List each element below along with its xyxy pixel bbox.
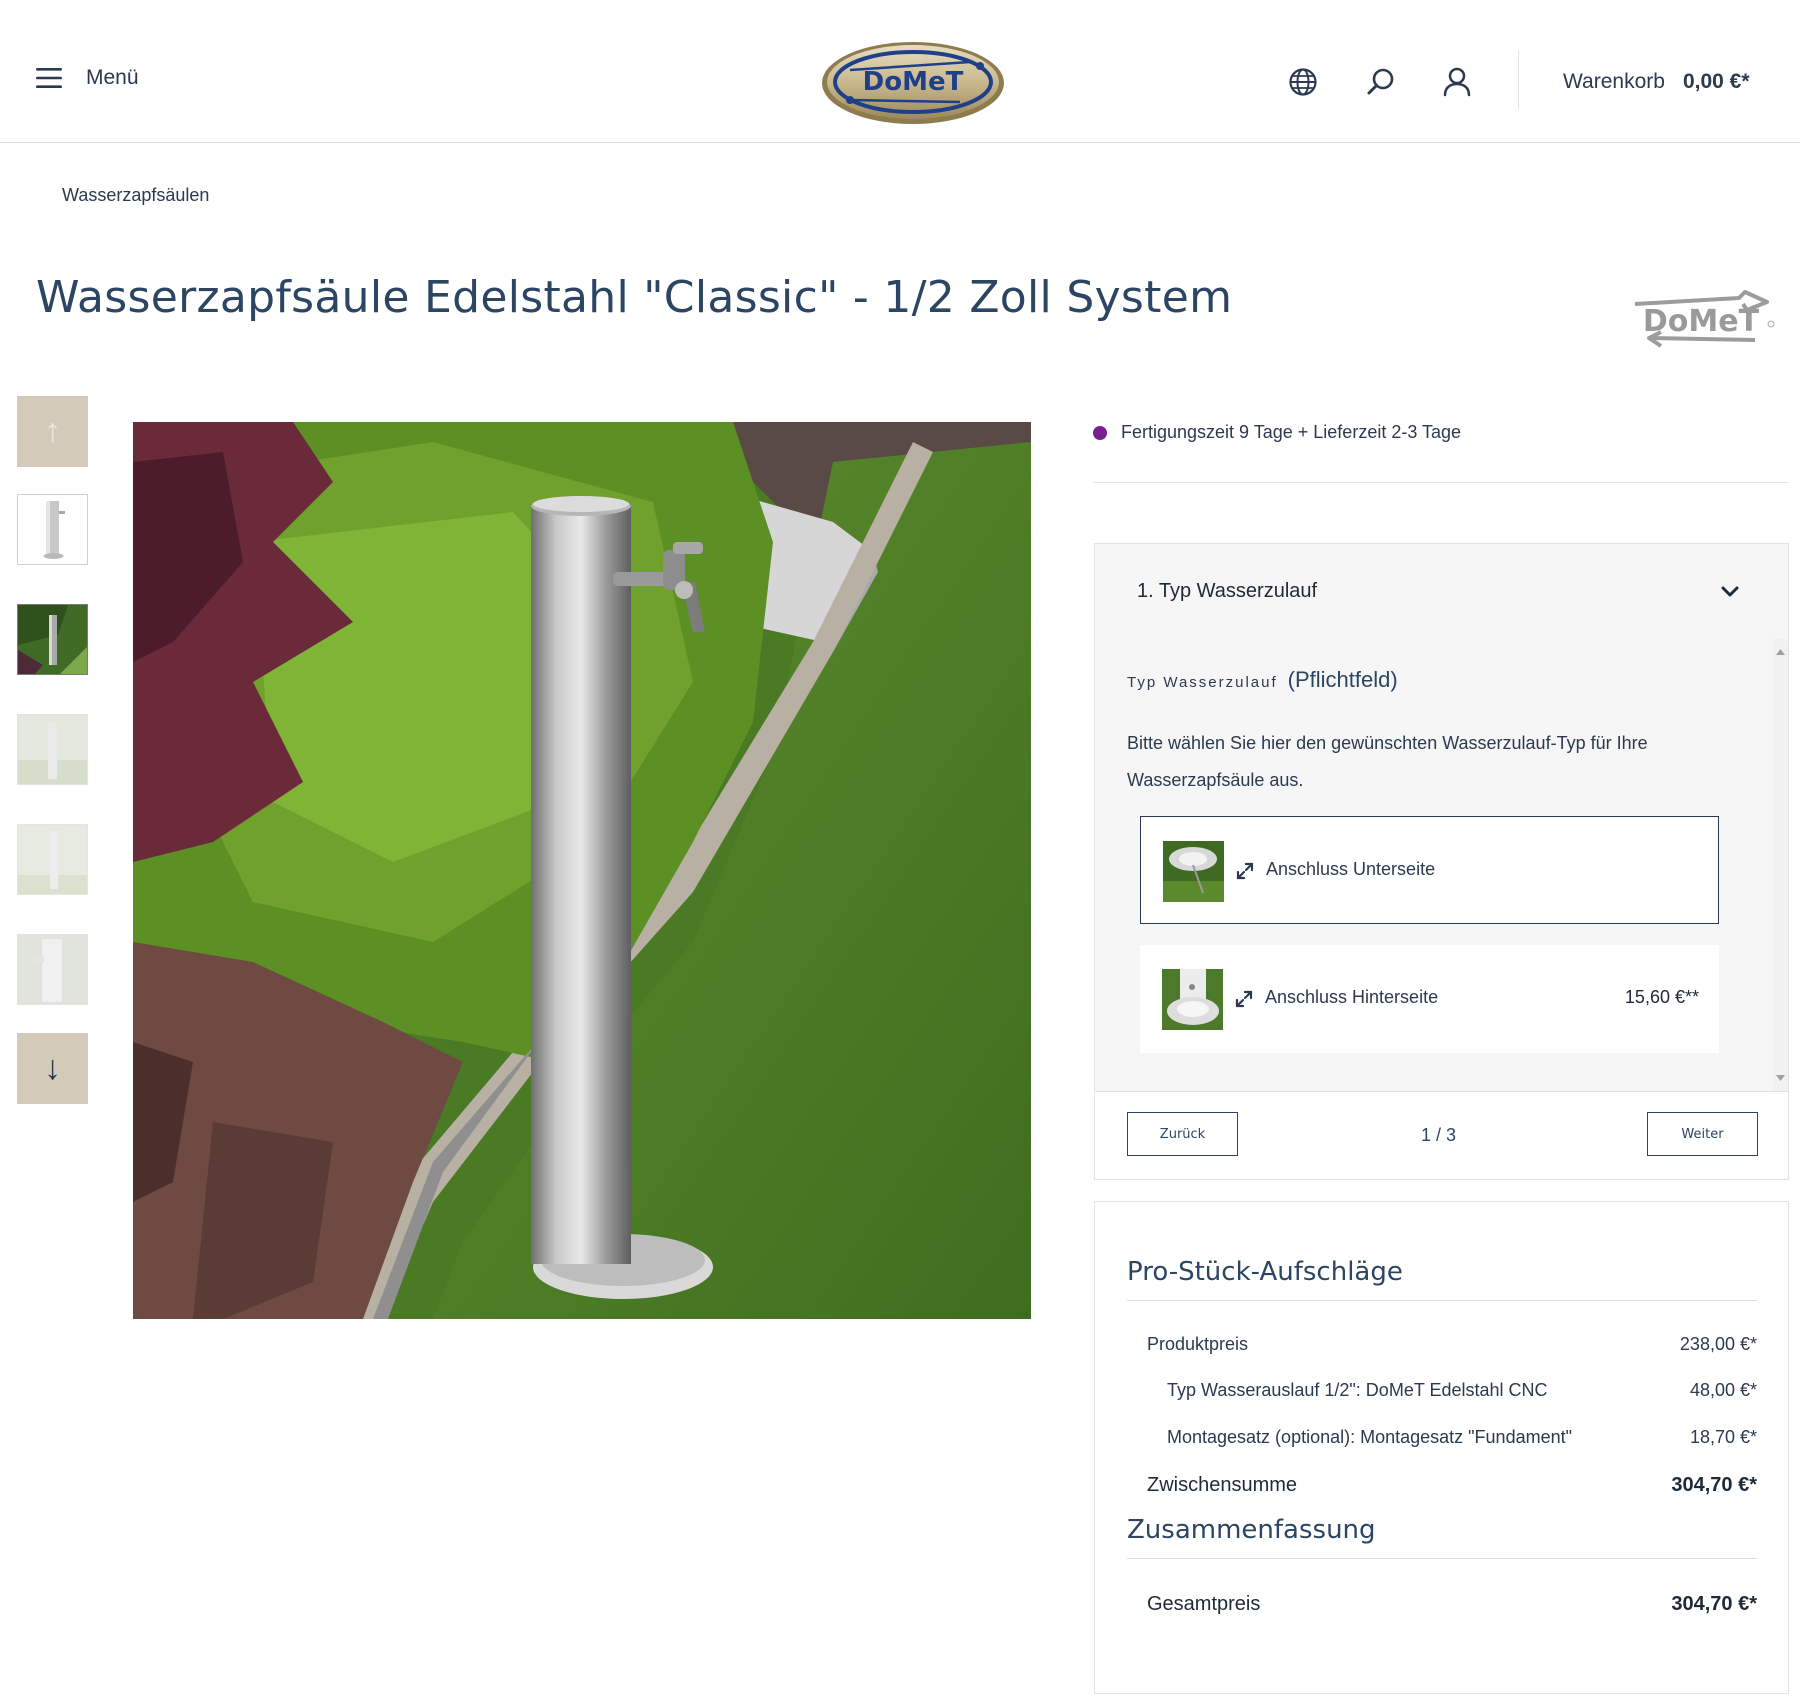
back-button[interactable]: Zurück	[1127, 1112, 1238, 1156]
configurator-step-title: 1. Typ Wasserzulauf	[1137, 580, 1318, 602]
chevron-down-icon[interactable]	[1721, 586, 1739, 598]
summary-row-outlet-type: Typ Wasserauslauf 1/2": DoMeT Edelstahl …	[1147, 1380, 1757, 1401]
delivery-text: Fertigungszeit 9 Tage + Lieferzeit 2-3 T…	[1121, 422, 1462, 442]
product-image[interactable]	[133, 422, 1031, 1319]
total-label: Gesamtpreis	[1147, 1593, 1261, 1615]
field-required-hint: (Pflichtfeld)	[1287, 667, 1398, 692]
price-summary: Pro-Stück-Aufschläge Produktpreis 238,00…	[1094, 1201, 1789, 1694]
expand-icon[interactable]	[1234, 989, 1254, 1009]
summary-value: 238,00 €*	[1679, 1334, 1757, 1354]
menu-button[interactable]: Menü	[36, 66, 139, 90]
summary-heading: Zusammenfassung	[1127, 1515, 1376, 1545]
field-description: Bitte wählen Sie hier den gewünschten Wa…	[1127, 733, 1648, 790]
option-anschluss-hinterseite[interactable]: Anschluss Hinterseite 15,60 €**	[1140, 945, 1719, 1053]
menu-label: Menü	[86, 66, 139, 89]
subtotal-value: 304,70 €*	[1671, 1474, 1757, 1496]
scroll-down-icon[interactable]	[1775, 1073, 1786, 1083]
logo-text: DoMeT	[863, 67, 964, 97]
option-thumbnail	[1162, 969, 1223, 1030]
next-button[interactable]: Weiter	[1647, 1112, 1758, 1156]
gallery-thumb-1[interactable]	[17, 494, 88, 565]
summary-label: Produktpreis	[1147, 1334, 1249, 1354]
scroll-up-icon[interactable]	[1775, 647, 1786, 657]
summary-row-mounting-kit: Montagesatz (optional): Montagesatz "Fun…	[1147, 1427, 1757, 1448]
summary-value: 18,70 €*	[1689, 1427, 1757, 1447]
summary-label: Montagesatz (optional): Montagesatz "Fun…	[1167, 1427, 1572, 1447]
site-logo[interactable]: DoMeT	[820, 40, 1006, 126]
thumb-image	[18, 495, 87, 564]
header-divider	[1518, 50, 1519, 108]
option-thumbnail	[1163, 841, 1224, 902]
site-header: Menü DoMeT Warenkorb 0,00 €*	[0, 0, 1800, 143]
page-title: Wasserzapfsäule Edelstahl "Classic" - 1/…	[36, 272, 1233, 323]
total-value: 304,70 €*	[1671, 1593, 1757, 1615]
summary-value: 48,00 €*	[1689, 1380, 1757, 1400]
divider	[1093, 482, 1788, 483]
user-icon[interactable]	[1442, 67, 1472, 97]
cart-label: Warenkorb	[1563, 70, 1665, 93]
cart-button[interactable]: Warenkorb 0,00 €*	[1563, 70, 1750, 94]
arrow-up-icon: ↑	[44, 412, 61, 450]
gallery-down-button[interactable]: ↓	[17, 1033, 88, 1104]
arrow-down-icon: ↓	[44, 1049, 61, 1087]
configurator-footer: Zurück 1 / 3 Weiter	[1095, 1091, 1788, 1179]
globe-icon[interactable]	[1288, 67, 1318, 97]
thumb-image	[18, 935, 87, 1004]
step-counter: 1 / 3	[1421, 1125, 1457, 1145]
surcharges-heading: Pro-Stück-Aufschläge	[1127, 1257, 1403, 1287]
field-name: Typ Wasserzulauf	[1127, 674, 1278, 691]
configurator-step-header[interactable]: 1. Typ Wasserzulauf	[1095, 544, 1788, 639]
option-anschluss-unterseite[interactable]: Anschluss Unterseite	[1140, 816, 1719, 924]
configurator-body: Typ Wasserzulauf (Pflichtfeld) Bitte wäh…	[1095, 639, 1773, 1091]
thumb-image	[18, 715, 87, 784]
hamburger-icon	[36, 68, 62, 88]
cart-total: 0,00 €*	[1682, 70, 1750, 93]
gallery-thumb-2[interactable]	[17, 604, 88, 675]
product-photo	[133, 422, 1031, 1319]
brand-logo[interactable]: DoMeT	[1627, 288, 1777, 350]
delivery-info: Fertigungszeit 9 Tage + Lieferzeit 2-3 T…	[1093, 422, 1461, 443]
option-price: 15,60 €**	[1624, 987, 1699, 1007]
gallery-up-button[interactable]: ↑	[17, 396, 88, 467]
summary-row-product-price: Produktpreis 238,00 €*	[1147, 1334, 1757, 1355]
product-configurator: 1. Typ Wasserzulauf Typ Wasserzulauf (Pf…	[1094, 543, 1789, 1180]
brand-logo-text: DoMeT	[1643, 304, 1760, 339]
thumb-image	[18, 825, 87, 894]
gallery-thumb-3[interactable]	[17, 714, 88, 785]
gallery-thumb-4[interactable]	[17, 824, 88, 895]
subtotal-label: Zwischensumme	[1147, 1474, 1298, 1496]
thumb-image	[18, 605, 87, 674]
summary-row-total: Gesamtpreis 304,70 €*	[1147, 1593, 1757, 1616]
breadcrumb[interactable]: Wasserzapfsäulen	[62, 185, 209, 206]
summary-row-subtotal: Zwischensumme 304,70 €*	[1147, 1474, 1757, 1497]
delivery-status-dot	[1093, 425, 1107, 440]
divider	[1127, 1300, 1757, 1301]
field-label: Typ Wasserzulauf (Pflichtfeld)	[1127, 667, 1398, 693]
divider	[1127, 1558, 1757, 1559]
configurator-scrollbar[interactable]	[1773, 639, 1788, 1091]
gallery-thumb-5[interactable]	[17, 934, 88, 1005]
option-label: Anschluss Unterseite	[1266, 859, 1436, 879]
summary-label: Typ Wasserauslauf 1/2": DoMeT Edelstahl …	[1167, 1380, 1548, 1400]
search-icon[interactable]	[1366, 67, 1396, 97]
expand-icon[interactable]	[1235, 861, 1255, 881]
option-label: Anschluss Hinterseite	[1265, 987, 1439, 1007]
